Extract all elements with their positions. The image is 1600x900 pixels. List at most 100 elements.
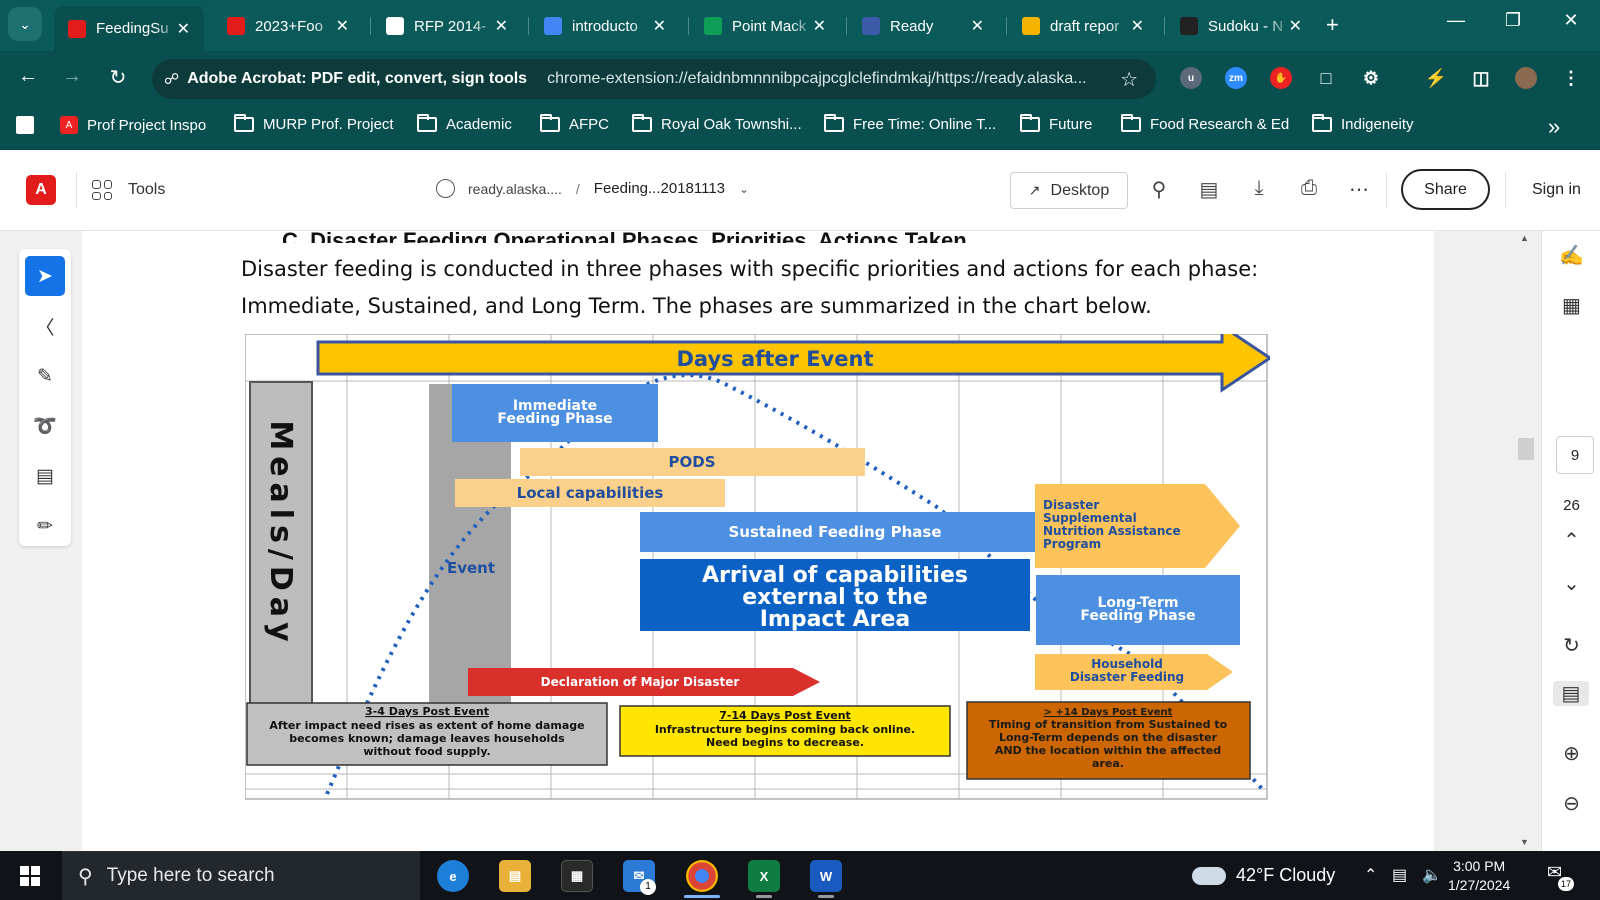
close-tab-icon[interactable]: ✕ [336,16,349,36]
weather-widget[interactable]: 42°F Cloudy [1192,865,1335,886]
word-icon[interactable]: W [810,860,842,892]
file-explorer-icon[interactable]: ▤ [499,860,531,892]
draw-lasso-icon[interactable]: ➰ [25,406,65,446]
close-tab-icon[interactable]: ✕ [177,19,190,39]
tab-search-button[interactable]: ⌄ [8,7,42,41]
sign-in-link[interactable]: Sign in [1532,181,1581,199]
scrollbar-thumb[interactable] [1518,438,1534,460]
search-placeholder: Type here to search [106,865,275,886]
clock[interactable]: 3:00 PM 1/27/2024 [1448,857,1510,895]
close-tab-icon[interactable]: ✕ [1289,16,1302,36]
scrollbar-track[interactable] [1522,231,1536,851]
bookmark-item[interactable]: Indigeneity [1312,114,1414,133]
document-extension-icon[interactable]: □ [1315,67,1337,89]
sign-icon[interactable]: ✏ [25,506,65,546]
close-tab-icon[interactable]: ✕ [971,16,984,36]
tools-icon[interactable] [92,180,112,200]
excel-icon[interactable]: X [748,860,780,892]
bookmark-item[interactable]: Food Research & Ed [1121,114,1289,133]
taskbar-search[interactable]: ⚲ Type here to search [62,851,420,900]
back-button[interactable]: ← [14,65,42,88]
tab-7[interactable]: Sudoku - N ✕ [1166,8,1316,44]
pods-label: PODS [669,453,716,471]
library-icon[interactable]: ▤ [1196,177,1222,203]
restore-button[interactable]: ❐ [1493,10,1533,31]
browser-menu-icon[interactable]: ⋮ [1560,67,1582,89]
apps-shortcut[interactable] [16,116,34,134]
more-bookmarks-icon[interactable]: » [1548,114,1560,140]
bookmark-item[interactable]: Academic [417,114,512,133]
forward-button[interactable]: → [58,65,86,88]
highlight-pen-icon[interactable]: ✎ [25,356,65,396]
tab-strip: ⌄ FeedingSu ✕ 2023+Foo ✕ RFP 2014- ✕ introduct… [0,0,1600,51]
bookmark-item[interactable]: AFPC [540,114,609,133]
address-bar[interactable]: ☍ Adobe Acrobat: PDF edit, convert, sign… [152,59,1156,99]
hand-extension-icon[interactable]: ✋ [1270,67,1292,89]
zoom-icon[interactable]: zm [1225,67,1247,89]
more-options-icon[interactable]: ⋯ [1346,177,1372,203]
print-icon[interactable]: ⎙ [1296,177,1322,203]
rotate-icon[interactable]: ↻ [1542,633,1600,658]
share-button[interactable]: Share [1401,169,1490,210]
bookmark-item[interactable]: A Prof Project Inspo [60,116,206,134]
bookmark-item[interactable]: Royal Oak Townshi... [632,114,802,133]
breadcrumb-file[interactable]: Feeding...20181113 [594,180,725,197]
extensions-puzzle-icon[interactable]: ⚙ [1360,67,1382,89]
volume-icon[interactable]: 🔈 [1422,865,1442,885]
tab-3[interactable]: introducto ✕ [530,8,680,44]
page-organize-icon[interactable]: ▤ [1553,681,1589,706]
next-page-chevron-icon[interactable]: ⌄ [1542,571,1600,596]
breadcrumb-site[interactable]: ready.alaska.... [468,181,562,197]
edge-icon[interactable]: e [437,860,469,892]
bookmark-item[interactable]: Future [1020,114,1092,133]
current-page-input[interactable]: 9 [1556,436,1594,474]
side-panel-icon[interactable]: ◫ [1470,67,1492,89]
select-cursor-icon[interactable]: ➤ [25,256,65,296]
tab-0[interactable]: FeedingSu ✕ [54,6,204,51]
bookmark-item[interactable]: MURP Prof. Project [234,114,394,133]
text-box-icon[interactable]: ▤ [25,456,65,496]
speed-icon[interactable]: ⚡ [1425,67,1447,89]
scroll-up-arrow[interactable]: ▲ [1520,233,1529,243]
open-desktop-button[interactable]: ↗ Desktop [1010,172,1128,209]
zoom-out-icon[interactable]: ⊖ [1542,791,1600,816]
battery-icon[interactable]: ▤ [1392,865,1407,885]
previous-page-chevron-icon[interactable]: ⌃ [1542,528,1600,553]
close-tab-icon[interactable]: ✕ [813,16,826,36]
bookmark-star-icon[interactable]: ☆ [1120,67,1138,92]
comments-panel-icon[interactable]: ✍ [1542,243,1600,268]
tab-4[interactable]: Point Mack ✕ [690,8,840,44]
zoom-in-icon[interactable]: ⊕ [1542,741,1600,766]
windows-start-icon[interactable] [20,866,40,886]
tools-label[interactable]: Tools [128,181,165,199]
folder-icon [1121,114,1141,132]
acrobat-logo[interactable]: A [26,175,56,205]
tray-chevron-icon[interactable]: ⌃ [1364,865,1377,885]
close-tab-icon[interactable]: ✕ [1131,16,1144,36]
scroll-down-arrow[interactable]: ▼ [1520,837,1529,847]
local-capabilities-label: Local capabilities [517,484,664,502]
close-tab-icon[interactable]: ✕ [495,16,508,36]
new-tab-button[interactable]: + [1326,12,1339,38]
store-icon[interactable]: ▦ [561,860,593,892]
reload-button[interactable]: ↻ [104,65,132,90]
chevron-down-icon[interactable]: ⌄ [739,182,749,196]
bookmark-item[interactable]: Free Time: Online T... [824,114,996,133]
chrome-icon[interactable] [686,860,718,892]
minimize-button[interactable]: — [1436,10,1476,31]
tab-1[interactable]: 2023+Foo ✕ [213,8,363,44]
profile-avatar[interactable] [1515,67,1537,89]
close-tab-icon[interactable]: ✕ [653,16,666,36]
tab-5[interactable]: Ready ✕ [848,8,998,44]
thumbnails-grid-icon[interactable]: ▦ [1542,293,1600,318]
close-window-button[interactable]: ✕ [1551,10,1591,31]
search-icon[interactable]: ⚲ [1146,177,1172,203]
bookmark-label: Academic [446,116,512,133]
download-icon[interactable]: ⤓ [1246,177,1272,203]
site-name: Adobe Acrobat: PDF edit, convert, sign t… [187,70,528,87]
tab-2[interactable]: RFP 2014- ✕ [372,8,522,44]
comment-icon[interactable]: 〈 [25,306,65,346]
dsnap-line1: Disaster [1043,498,1099,512]
tab-6[interactable]: draft repor ✕ [1008,8,1158,44]
ublock-icon[interactable]: u [1180,67,1202,89]
